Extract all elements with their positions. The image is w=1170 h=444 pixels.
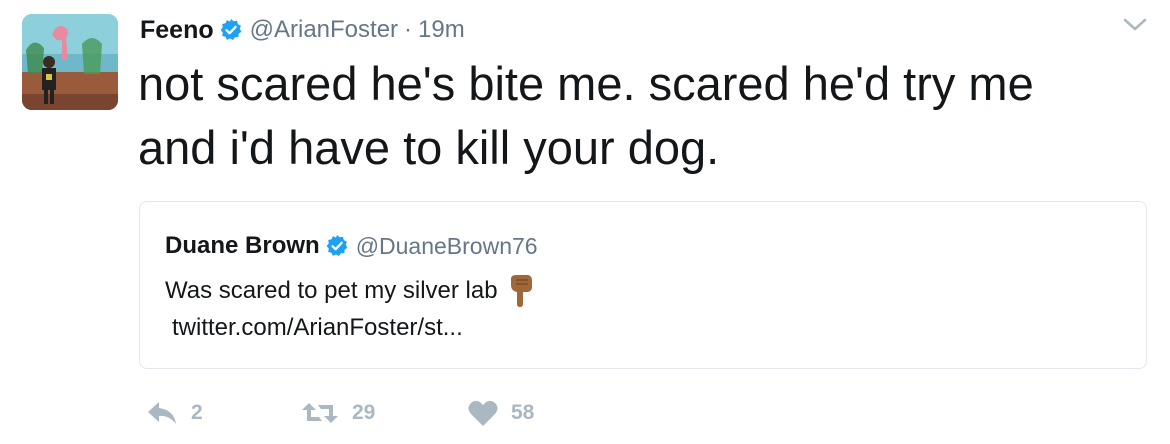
verified-badge-icon — [325, 234, 349, 258]
tweet-header: Feeno @ArianFoster · 19m — [140, 12, 465, 48]
retweet-button[interactable]: 29 — [300, 398, 375, 428]
reply-button[interactable]: 2 — [145, 398, 203, 428]
reply-icon — [145, 399, 179, 427]
author-name[interactable]: Feeno — [140, 16, 214, 45]
quoted-author-name: Duane Brown — [165, 232, 320, 259]
quoted-text-row: Was scared to pet my silver lab — [165, 273, 534, 309]
heart-icon — [467, 399, 499, 427]
avatar[interactable] — [22, 14, 118, 110]
quoted-link[interactable]: twitter.com/ArianFoster/st... — [172, 314, 463, 342]
tweet[interactable]: Feeno @ArianFoster · 19m not scared he's… — [0, 0, 1170, 444]
retweet-icon — [300, 399, 340, 427]
verified-badge-icon — [219, 18, 243, 42]
quoted-header: Duane Brown @DuaneBrown76 — [165, 232, 538, 260]
author-handle[interactable]: @ArianFoster — [250, 16, 398, 44]
pointing-down-emoji — [508, 273, 534, 309]
quoted-text: Was scared to pet my silver lab — [165, 277, 498, 304]
like-count: 58 — [511, 401, 535, 424]
tweet-text: not scared he's bite me. scared he'd try… — [138, 57, 1034, 174]
retweet-count: 29 — [352, 401, 376, 424]
timestamp[interactable]: 19m — [418, 16, 465, 44]
like-button[interactable]: 58 — [467, 398, 534, 428]
reply-count: 2 — [191, 401, 203, 424]
quoted-author-handle: @DuaneBrown76 — [355, 232, 538, 259]
chevron-down-icon[interactable] — [1122, 16, 1148, 34]
quoted-tweet[interactable]: Duane Brown @DuaneBrown76 Was scared to … — [139, 201, 1147, 369]
separator-dot: · — [404, 16, 413, 43]
